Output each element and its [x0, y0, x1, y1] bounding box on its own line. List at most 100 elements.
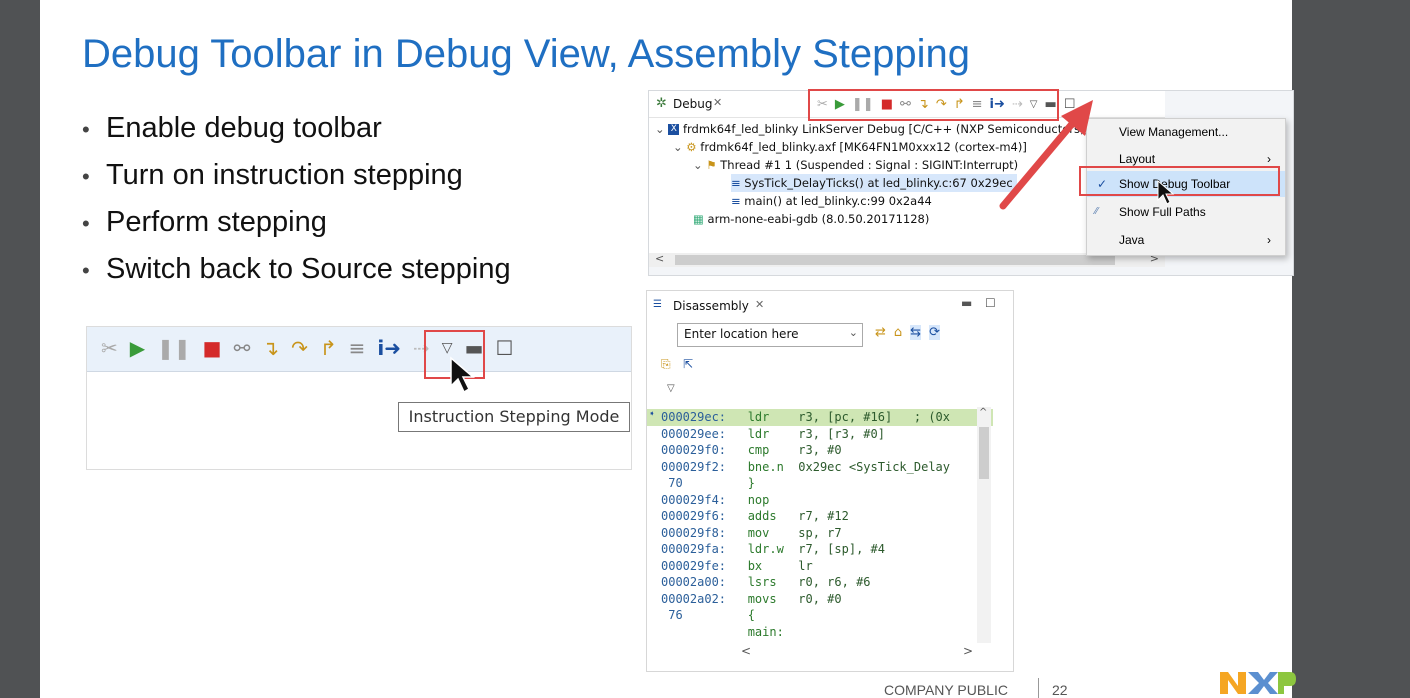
toolbar-zoom-screenshot: ✂ ▶ ❚❚ ■ ⚯ ↴ ↷ ↱ ≡ i➜ ⇢ ▽ ▬ ☐	[86, 326, 632, 470]
disassembly-line[interactable]: 00002a00: lsrs r0, r6, #6	[661, 574, 871, 591]
disassembly-line[interactable]: 00002a02: movs r0, #0	[661, 591, 842, 608]
debug-toolbar-zoomed: ✂ ▶ ❚❚ ■ ⚯ ↴ ↷ ↱ ≡ i➜ ⇢ ▽ ▬ ☐	[87, 327, 631, 372]
maximize-icon[interactable]: ☐	[495, 336, 513, 360]
menu-item-view-management[interactable]: View Management...	[1087, 119, 1285, 145]
horizontal-scrollbar[interactable]: < >	[737, 644, 977, 659]
vertical-scrollbar[interactable]: ^	[977, 407, 991, 643]
disassembly-line[interactable]: 000029ec: ldr r3, [pc, #16] ; (0x	[661, 409, 950, 426]
opcode-text: ldr	[733, 426, 799, 441]
address-text: 00002a00:	[661, 575, 734, 589]
bullet-item: • Enable debug toolbar	[82, 112, 382, 144]
home-icon[interactable]: ⌂	[894, 325, 902, 340]
operands-text: lr	[798, 558, 813, 573]
address-text: 000029f0:	[661, 443, 734, 457]
disassembly-view-screenshot: ☰ Disassembly ✕ ▬ ☐ Enter location here …	[646, 290, 1014, 672]
red-arrow-icon	[999, 100, 1093, 210]
address-text: 70	[661, 476, 734, 490]
tree-row[interactable]: ≡ main() at led_blinky.c:99 0x2a44	[731, 192, 932, 210]
maximize-icon[interactable]: ☐	[985, 296, 996, 310]
link-with-editor-icon[interactable]: ⇆	[910, 325, 922, 340]
thread-icon: ⚑	[706, 158, 717, 172]
address-text: 000029f6:	[661, 509, 734, 523]
close-icon[interactable]: ✕	[713, 96, 722, 109]
step-into-icon[interactable]: ↴	[262, 336, 279, 360]
disassembly-line[interactable]: 000029f6: adds r7, #12	[661, 508, 849, 525]
menu-item-show-full-paths[interactable]: ⁄⁄ Show Full Paths	[1087, 199, 1285, 225]
address-text: 76	[661, 608, 734, 622]
bullet-list: • Enable debug toolbar • Turn on instructi…	[82, 108, 511, 296]
minimize-icon[interactable]: ▬	[961, 296, 972, 310]
opcode-text: ldr	[733, 410, 799, 424]
opcode-text: {	[733, 608, 799, 622]
launch-icon: X	[668, 124, 680, 135]
address-text: 00002a02:	[661, 591, 734, 606]
disassembly-line[interactable]: 000029f0: cmp r3, #0	[661, 442, 842, 459]
opcode-text: nop	[733, 492, 799, 507]
stack-frame-icon: ≡	[731, 194, 741, 208]
expand-icon[interactable]: ▽	[667, 383, 675, 394]
close-icon[interactable]: ✕	[755, 298, 764, 311]
operands-text: r7, #12	[798, 509, 849, 523]
footer-classification: COMPANY PUBLIC	[884, 682, 1008, 698]
footer-divider	[1038, 678, 1039, 698]
disassembly-line[interactable]: 000029fe: bx lr	[661, 558, 813, 575]
resume-icon[interactable]: ▶	[130, 336, 145, 360]
new-view-icon[interactable]: ⎘	[661, 357, 671, 372]
page-number: 22	[1052, 682, 1068, 698]
tree-row[interactable]: ⌄ ⚑ Thread #1 1 (Suspended : Signal : SI…	[693, 156, 1018, 174]
refresh-icon[interactable]: ⟳	[929, 325, 940, 340]
opcode-text: main:	[733, 624, 799, 639]
step-over-icon[interactable]: ↷	[291, 336, 308, 360]
skip-breakpoints-icon[interactable]: ✂	[101, 336, 118, 360]
tree-row[interactable]: ▦ arm-none-eabi-gdb (8.0.50.20171128)	[693, 210, 929, 228]
disassembly-line[interactable]: 000029f2: bne.n 0x29ec <SysTick_Delay	[661, 459, 950, 476]
operands-text: sp, r7	[798, 525, 842, 540]
address-text: 000029fe:	[661, 558, 734, 573]
operands-text: r0, #0	[798, 591, 842, 606]
nxp-logo	[1220, 672, 1296, 694]
instruction-stepping-icon[interactable]: i➜	[377, 336, 401, 360]
step-return-icon[interactable]: ↱	[320, 336, 337, 360]
drop-frame-icon[interactable]: ≡	[349, 336, 366, 360]
disconnect-icon[interactable]: ⚯	[234, 336, 251, 360]
operands-text: r3, [pc, #16] ; (0x	[798, 410, 950, 424]
menu-highlight-box	[1079, 166, 1280, 196]
disassembly-line[interactable]: 70 }	[661, 475, 798, 492]
chevron-down-icon[interactable]: ⌄	[849, 326, 858, 339]
address-text: 000029f8:	[661, 525, 734, 540]
mouse-cursor-icon	[1157, 180, 1175, 205]
opcode-text: bne.n	[733, 459, 799, 474]
disassembly-line[interactable]: 76 {	[661, 607, 798, 624]
process-icon: ⚙	[686, 140, 697, 154]
tab-debug[interactable]: Debug	[673, 97, 712, 111]
export-icon[interactable]: ⇱	[683, 357, 693, 371]
bullet-item: • Perform stepping	[82, 206, 327, 238]
menu-item-java[interactable]: Java ›	[1087, 227, 1285, 253]
address-text: 000029ee:	[661, 426, 734, 441]
bullet-item: • Turn on instruction stepping	[82, 159, 463, 191]
tree-row[interactable]: ⌄ ⚙ frdmk64f_led_blinky.axf [MK64FN1M0xx…	[673, 138, 1027, 156]
tab-disassembly[interactable]: Disassembly	[673, 299, 749, 313]
suspend-icon[interactable]: ❚❚	[157, 336, 191, 360]
location-input[interactable]: Enter location here ⌄	[677, 323, 863, 347]
disassembly-line[interactable]: 000029f4: nop	[661, 492, 798, 509]
disassembly-line[interactable]: 000029fa: ldr.w r7, [sp], #4	[661, 541, 885, 558]
bug-icon: ✲	[656, 96, 667, 111]
slide-title: Debug Toolbar in Debug View, Assembly St…	[82, 32, 970, 76]
address-text: 000029f4:	[661, 492, 734, 507]
disassembly-line[interactable]: 000029ee: ldr r3, [r3, #0]	[661, 426, 885, 443]
disassembly-line[interactable]: 000029f8: mov sp, r7	[661, 525, 842, 542]
operands-text: r0, r6, #6	[798, 575, 871, 589]
gdb-icon: ▦	[693, 212, 704, 226]
goto-pc-icon[interactable]: ⇄	[875, 325, 886, 340]
opcode-text: mov	[733, 525, 799, 540]
address-text: 000029fa:	[661, 542, 734, 556]
tree-row-selected[interactable]: ≡ SysTick_DelayTicks() at led_blinky.c:6…	[731, 174, 1017, 192]
disassembly-line[interactable]: main:	[661, 624, 798, 641]
pc-arrow-icon: ➧	[649, 409, 656, 420]
opcode-text: movs	[733, 591, 799, 606]
opcode-text: }	[733, 476, 799, 490]
opcode-text: lsrs	[733, 575, 799, 589]
address-text: 000029f2:	[661, 459, 734, 474]
terminate-icon[interactable]: ■	[203, 336, 222, 360]
